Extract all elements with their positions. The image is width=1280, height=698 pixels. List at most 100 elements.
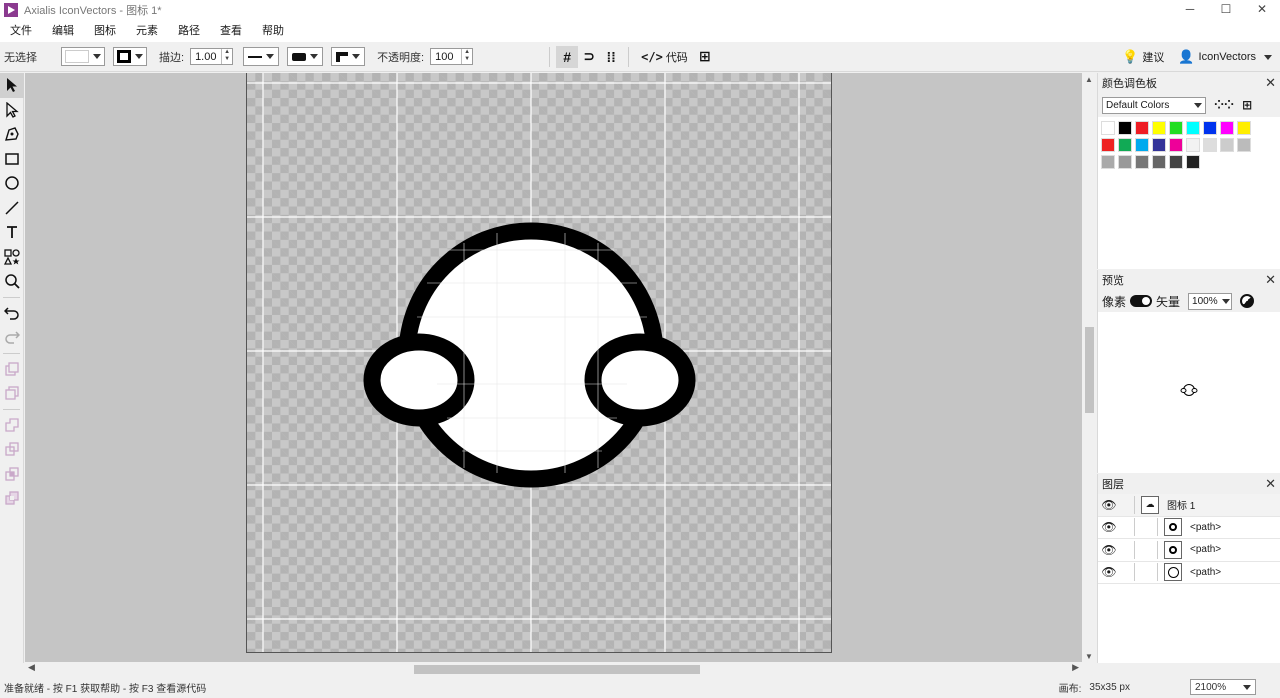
color-swatch[interactable] — [1118, 121, 1132, 135]
pixel-vector-toggle[interactable] — [1130, 295, 1153, 307]
layer-row-icon[interactable]: 👁 ☁ 图标 1 — [1098, 494, 1280, 517]
color-swatch[interactable] — [1203, 138, 1217, 152]
opacity-input[interactable]: 100 ▲ ▼ — [430, 48, 474, 65]
account-button[interactable]: 👤 IconVectors — [1178, 49, 1272, 65]
visibility-eye-icon[interactable]: 👁 — [1098, 565, 1120, 579]
grid-toggle-icon[interactable]: # — [556, 45, 579, 68]
color-swatch[interactable] — [1220, 121, 1234, 135]
visibility-eye-icon[interactable]: 👁 — [1098, 498, 1120, 512]
align-icon[interactable]: ⁞⁞ — [600, 46, 622, 68]
menu-view[interactable]: 查看 — [210, 20, 252, 42]
redo-button[interactable] — [0, 325, 24, 350]
scroll-up-icon[interactable]: ▲ — [1085, 75, 1093, 84]
color-swatch[interactable] — [1101, 138, 1115, 152]
boolean-union-button[interactable] — [0, 413, 24, 438]
layer-row-path[interactable]: 👁 <path> — [1098, 562, 1280, 584]
property-toolbar: 无选择 描边: 1.00 ▲ ▼ 不透明度: 100 ▲ ▼ # ⊃ ⁞⁞ </> 代码 … — [0, 42, 1280, 72]
layer-row-path[interactable]: 👁 <path> — [1098, 517, 1280, 539]
union-icon — [5, 418, 19, 432]
menu-file[interactable]: 文件 — [0, 20, 42, 42]
color-swatch[interactable] — [1135, 155, 1149, 169]
text-tool[interactable] — [0, 220, 24, 245]
color-swatch[interactable] — [1152, 138, 1166, 152]
line-tool[interactable] — [0, 196, 24, 221]
scroll-down-icon[interactable]: ▼ — [1085, 652, 1093, 661]
boolean-intersect-button[interactable] — [0, 462, 24, 487]
menu-element[interactable]: 元素 — [126, 20, 168, 42]
visibility-eye-icon[interactable]: 👁 — [1098, 543, 1120, 557]
vertical-scroll-thumb[interactable] — [1085, 327, 1094, 413]
stroke-color-picker[interactable] — [113, 47, 147, 66]
artboard[interactable] — [246, 73, 832, 653]
palette-dropdown[interactable]: Default Colors — [1102, 96, 1206, 114]
color-swatch[interactable] — [1169, 155, 1183, 169]
scroll-left-icon[interactable]: ◀ — [28, 662, 35, 673]
canvas-area[interactable] — [25, 73, 1082, 663]
color-swatch[interactable] — [1237, 121, 1251, 135]
preview-zoom-dropdown[interactable]: 100% — [1188, 292, 1233, 310]
color-swatch[interactable] — [1169, 138, 1183, 152]
code-button[interactable]: </> 代码 — [641, 49, 688, 65]
bring-forward-button[interactable] — [0, 357, 24, 382]
add-color-icon[interactable]: ⊞ — [1242, 98, 1252, 112]
minimize-button[interactable]: ─ — [1172, 0, 1208, 20]
color-swatch[interactable] — [1118, 138, 1132, 152]
color-swatch[interactable] — [1220, 138, 1234, 152]
color-swatch[interactable] — [1169, 121, 1183, 135]
color-swatch[interactable] — [1152, 155, 1166, 169]
color-swatch[interactable] — [1101, 121, 1115, 135]
close-icon[interactable]: ✕ — [1265, 75, 1276, 91]
color-swatch[interactable] — [1237, 138, 1251, 152]
stroke-width-input[interactable]: 1.00 ▲ ▼ — [190, 48, 234, 65]
zoom-tool[interactable] — [0, 269, 24, 294]
line-cap-dropdown[interactable] — [287, 47, 324, 66]
palette-grid-icon[interactable]: ⁘⁘ — [1214, 98, 1234, 112]
layer-row-path[interactable]: 👁 <path> — [1098, 539, 1280, 562]
color-swatch[interactable] — [1186, 121, 1200, 135]
color-swatch[interactable] — [1135, 121, 1149, 135]
fill-color-picker[interactable] — [61, 47, 105, 66]
vertical-scrollbar[interactable]: ▲ ▼ — [1082, 73, 1097, 663]
horizontal-scroll-thumb[interactable] — [414, 665, 700, 674]
menu-icon[interactable]: 图标 — [84, 20, 126, 42]
scroll-right-icon[interactable]: ▶ — [1072, 662, 1079, 673]
ellipse-tool[interactable] — [0, 171, 24, 196]
horizontal-scrollbar[interactable]: ◀ ▶ — [25, 662, 1082, 676]
layer-label: <path> — [1190, 566, 1222, 578]
rectangle-tool[interactable] — [0, 147, 24, 172]
suggest-label: 建议 — [1142, 52, 1165, 64]
direct-select-tool[interactable] — [0, 98, 24, 123]
menu-edit[interactable]: 编辑 — [42, 20, 84, 42]
snap-magnet-icon[interactable]: ⊃ — [578, 46, 600, 68]
color-swatch[interactable] — [1203, 121, 1217, 135]
code-label: 代码 — [665, 51, 688, 64]
panel-title: 颜色调色板 — [1102, 78, 1157, 90]
color-swatch[interactable] — [1186, 155, 1200, 169]
shapes-tool[interactable] — [0, 245, 24, 270]
maximize-button[interactable]: ☐ — [1208, 0, 1244, 20]
color-swatch[interactable] — [1135, 138, 1149, 152]
stroke-style-dropdown[interactable] — [243, 47, 280, 66]
close-button[interactable]: ✕ — [1244, 0, 1280, 20]
close-icon[interactable]: ✕ — [1265, 272, 1276, 288]
color-swatch[interactable] — [1118, 155, 1132, 169]
close-icon[interactable]: ✕ — [1265, 476, 1276, 492]
zoom-dropdown[interactable]: 2100% — [1190, 679, 1256, 695]
color-swatch[interactable] — [1186, 138, 1200, 152]
send-backward-button[interactable] — [0, 381, 24, 406]
contrast-icon[interactable] — [1240, 294, 1255, 308]
line-join-dropdown[interactable] — [331, 47, 366, 66]
menu-help[interactable]: 帮助 — [252, 20, 294, 42]
color-swatch[interactable] — [1152, 121, 1166, 135]
icon-artwork[interactable] — [363, 222, 696, 488]
boolean-exclude-button[interactable] — [0, 486, 24, 511]
pen-tool[interactable] — [0, 122, 24, 147]
visibility-eye-icon[interactable]: 👁 — [1098, 520, 1120, 534]
select-tool[interactable] — [0, 73, 24, 98]
boolean-subtract-button[interactable] — [0, 437, 24, 462]
menu-path[interactable]: 路径 — [168, 20, 210, 42]
suggest-button[interactable]: 💡 建议 — [1122, 49, 1164, 65]
undo-button[interactable] — [0, 301, 24, 326]
color-swatch[interactable] — [1101, 155, 1115, 169]
layout-icon[interactable]: ⊞ — [694, 46, 716, 68]
